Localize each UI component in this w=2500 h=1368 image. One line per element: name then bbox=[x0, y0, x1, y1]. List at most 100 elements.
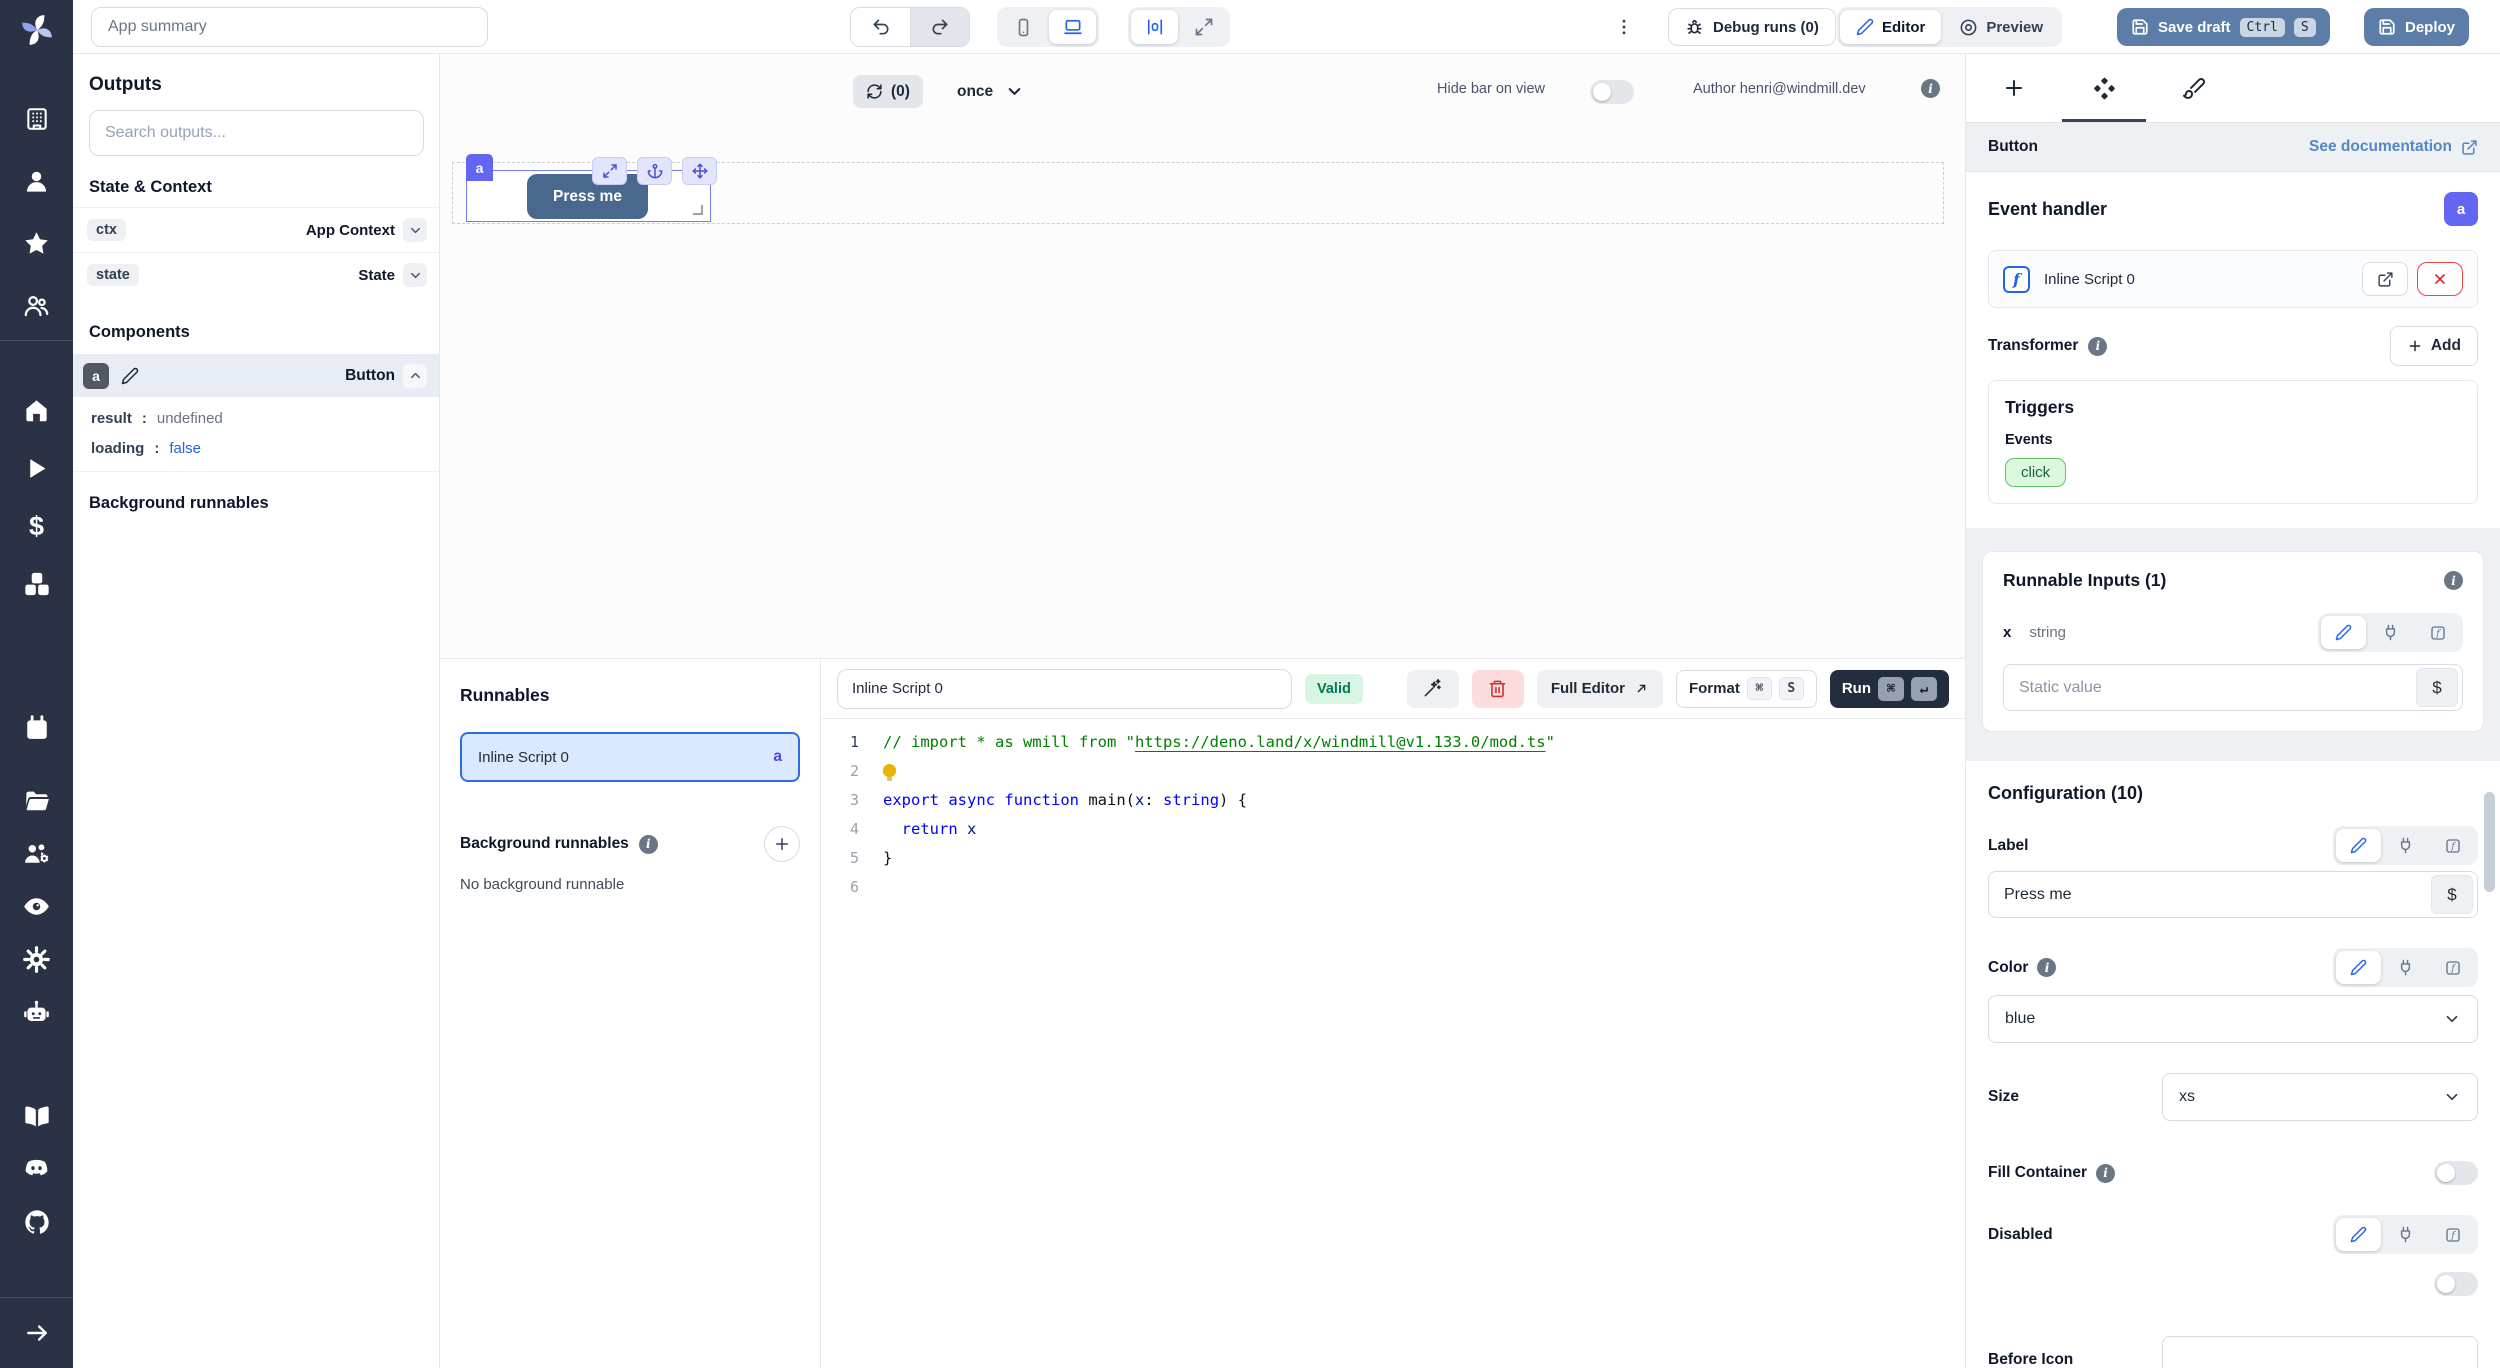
label-input[interactable] bbox=[1989, 875, 2431, 914]
compute-mode-button[interactable]: f bbox=[2430, 1218, 2475, 1251]
center-layout-button[interactable] bbox=[1131, 10, 1178, 44]
event-script-card[interactable]: f Inline Script 0 bbox=[1988, 250, 2478, 308]
refresh-count-button[interactable]: (0) bbox=[853, 75, 923, 108]
docs-book-icon[interactable] bbox=[0, 1089, 73, 1142]
code-line[interactable]: 3export async function main(x: string) { bbox=[821, 785, 1965, 814]
see-documentation-link[interactable]: See documentation bbox=[2309, 138, 2478, 156]
ai-assistant-button[interactable] bbox=[1407, 670, 1459, 708]
static-mode-button[interactable] bbox=[2321, 616, 2366, 649]
folders-icon[interactable] bbox=[0, 774, 73, 827]
desktop-view-button[interactable] bbox=[1049, 10, 1096, 44]
more-options-button[interactable] bbox=[1606, 7, 1642, 47]
state-expand-button[interactable] bbox=[403, 263, 427, 287]
hide-bar-toggle[interactable] bbox=[1590, 80, 1634, 104]
move-component-button[interactable] bbox=[682, 157, 717, 185]
tab-component-settings[interactable] bbox=[2076, 54, 2132, 122]
tab-styling[interactable] bbox=[2166, 54, 2222, 122]
users-group-icon[interactable] bbox=[0, 274, 73, 336]
runnable-item-inline-script-0[interactable]: Inline Script 0 a bbox=[460, 732, 800, 782]
tab-insert-component[interactable] bbox=[1986, 54, 2042, 122]
schedule-mode-dropdown[interactable]: once bbox=[957, 75, 1024, 108]
fill-container-info-icon[interactable] bbox=[2096, 1164, 2115, 1183]
component-row-a[interactable]: a Button bbox=[73, 354, 439, 397]
code-editor[interactable]: 1// import * as wmill from "https://deno… bbox=[821, 719, 1965, 901]
undo-button[interactable] bbox=[851, 7, 910, 47]
rename-component-button[interactable] bbox=[121, 367, 139, 385]
home-icon[interactable] bbox=[0, 381, 73, 439]
full-editor-button[interactable]: Full Editor bbox=[1537, 670, 1663, 708]
groups-settings-icon[interactable] bbox=[0, 827, 73, 880]
redo-button[interactable] bbox=[910, 7, 969, 47]
run-button[interactable]: Run ⌘ ↵ bbox=[1830, 670, 1949, 708]
author-info-icon[interactable] bbox=[1921, 79, 1940, 98]
size-select[interactable]: xs bbox=[2162, 1073, 2478, 1121]
compute-mode-button[interactable]: f bbox=[2430, 829, 2475, 862]
output-row-ctx[interactable]: ctx App Context bbox=[73, 207, 439, 252]
workers-bot-icon[interactable] bbox=[0, 986, 73, 1039]
color-info-icon[interactable] bbox=[2037, 958, 2056, 977]
runnable-inputs-info-icon[interactable] bbox=[2444, 571, 2463, 590]
static-mode-button[interactable] bbox=[2336, 951, 2381, 984]
code-line[interactable]: 1// import * as wmill from "https://deno… bbox=[821, 727, 1965, 756]
collapse-component-button[interactable] bbox=[403, 364, 427, 388]
remove-script-button[interactable] bbox=[2417, 262, 2463, 296]
settings-gear-icon[interactable] bbox=[0, 933, 73, 986]
static-value-input[interactable] bbox=[2004, 668, 2416, 707]
open-script-button[interactable] bbox=[2362, 262, 2408, 296]
add-transformer-button[interactable]: Add bbox=[2390, 326, 2478, 366]
add-background-runnable-button[interactable] bbox=[764, 826, 800, 862]
connect-mode-button[interactable] bbox=[2383, 1218, 2428, 1251]
before-icon-input[interactable] bbox=[2162, 1336, 2478, 1368]
save-draft-button[interactable]: Save draft Ctrl S bbox=[2117, 8, 2330, 46]
user-icon[interactable] bbox=[0, 150, 73, 212]
compute-mode-button[interactable]: f bbox=[2415, 616, 2460, 649]
variables-dollar-icon[interactable]: $ bbox=[0, 497, 73, 555]
full-width-layout-button[interactable] bbox=[1180, 10, 1227, 44]
static-mode-button[interactable] bbox=[2336, 1218, 2381, 1251]
event-handler-section: Event handler a f Inline Script 0 Transf… bbox=[1966, 172, 2500, 528]
workspace-icon[interactable] bbox=[0, 88, 73, 150]
transformer-info-icon[interactable] bbox=[2088, 337, 2107, 356]
code-line[interactable]: 4 return x bbox=[821, 814, 1965, 843]
resize-handle[interactable] bbox=[693, 205, 703, 215]
delete-script-button[interactable] bbox=[1472, 670, 1524, 708]
fill-container-toggle[interactable] bbox=[2434, 1161, 2478, 1185]
code-line[interactable]: 5} bbox=[821, 843, 1965, 872]
format-button[interactable]: Format ⌘ S bbox=[1676, 670, 1817, 708]
connect-mode-button[interactable] bbox=[2383, 829, 2428, 862]
code-line[interactable]: 2 bbox=[821, 756, 1965, 785]
favorites-star-icon[interactable] bbox=[0, 212, 73, 274]
disabled-toggle[interactable] bbox=[2434, 1272, 2478, 1296]
app-summary-input[interactable] bbox=[91, 7, 488, 47]
expand-component-button[interactable] bbox=[592, 157, 627, 185]
connect-mode-button[interactable] bbox=[2383, 951, 2428, 984]
discord-icon[interactable] bbox=[0, 1142, 73, 1195]
mobile-view-button[interactable] bbox=[1000, 10, 1047, 44]
panel-scrollbar-thumb[interactable] bbox=[2484, 792, 2495, 892]
ctx-expand-button[interactable] bbox=[403, 218, 427, 242]
deploy-button[interactable]: Deploy bbox=[2364, 8, 2469, 46]
search-outputs-input[interactable] bbox=[89, 110, 424, 156]
connect-mode-button[interactable] bbox=[2368, 616, 2413, 649]
schedules-calendar-icon[interactable] bbox=[0, 701, 73, 754]
debug-runs-button[interactable]: Debug runs (0) bbox=[1668, 8, 1836, 46]
runs-play-icon[interactable] bbox=[0, 439, 73, 497]
connect-value-button[interactable]: $ bbox=[2431, 875, 2473, 914]
compute-mode-button[interactable]: f bbox=[2430, 951, 2475, 984]
color-select[interactable]: blue bbox=[1988, 995, 2478, 1043]
windmill-logo-icon[interactable] bbox=[0, 0, 73, 60]
expand-sidebar-arrow-icon[interactable] bbox=[0, 1298, 73, 1368]
background-runnables-info-icon[interactable] bbox=[639, 835, 658, 854]
output-row-state[interactable]: state State bbox=[73, 252, 439, 297]
github-icon[interactable] bbox=[0, 1195, 73, 1248]
anchor-component-button[interactable] bbox=[637, 157, 672, 185]
static-mode-button[interactable] bbox=[2336, 829, 2381, 862]
audit-eye-icon[interactable] bbox=[0, 880, 73, 933]
resources-boxes-icon[interactable] bbox=[0, 555, 73, 613]
connect-value-button[interactable]: $ bbox=[2416, 668, 2458, 707]
tab-editor[interactable]: Editor bbox=[1840, 10, 1941, 44]
script-name-input[interactable] bbox=[837, 669, 1292, 709]
tab-preview[interactable]: Preview bbox=[1943, 10, 2059, 44]
app-canvas[interactable]: (0) once Hide bar on view Author henri@w… bbox=[440, 54, 1965, 658]
code-line[interactable]: 6 bbox=[821, 872, 1965, 901]
